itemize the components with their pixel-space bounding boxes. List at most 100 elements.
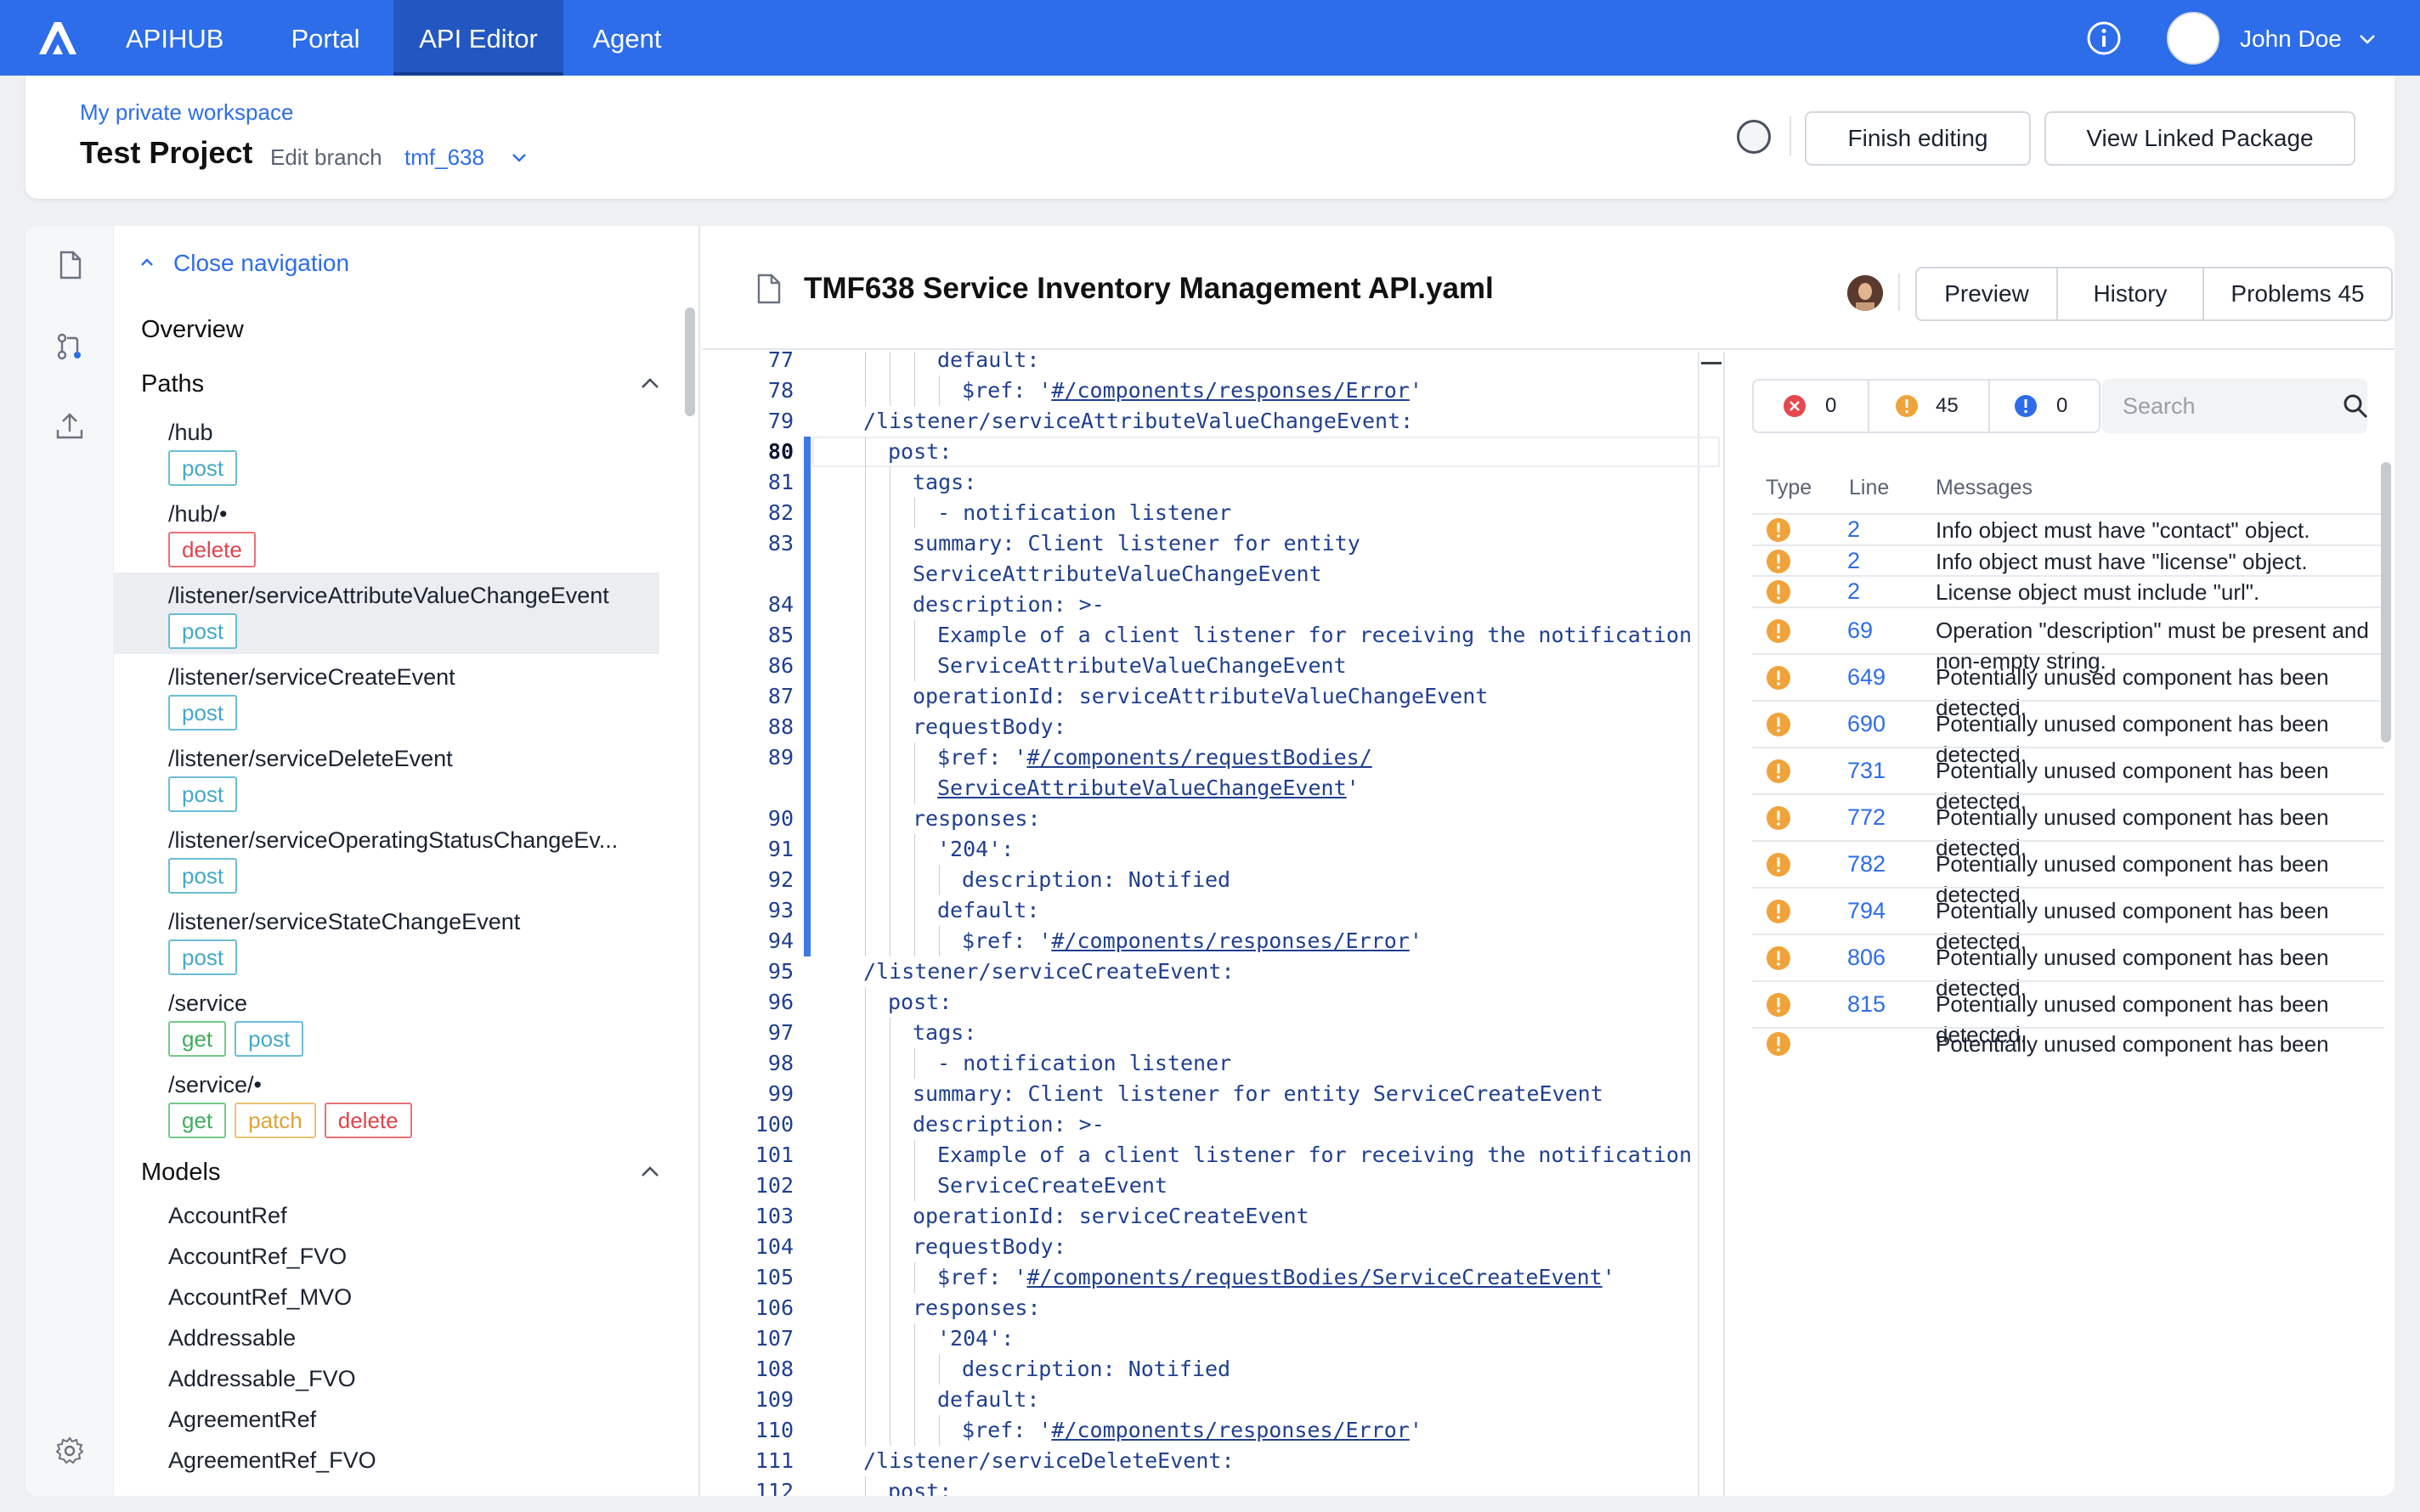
workspace-breadcrumb[interactable]: My private workspace [80, 99, 293, 126]
code-line[interactable]: ServiceAttributeValueChangeEvent [702, 559, 1722, 590]
code-line[interactable]: 77 default: [702, 352, 1722, 375]
method-tag-post[interactable]: post [168, 939, 238, 975]
nav-agent[interactable]: Agent [576, 0, 678, 76]
upload-icon[interactable] [54, 411, 85, 442]
nav-portal[interactable]: Portal [270, 0, 381, 76]
code-line[interactable]: 97 tags: [702, 1018, 1722, 1048]
model-item[interactable]: Addressable_FVO [168, 1366, 356, 1392]
code-line[interactable]: 102 ServiceCreateEvent [702, 1171, 1722, 1201]
problem-row[interactable]: 2 License object must include "url". [1752, 575, 2384, 606]
code-editor[interactable]: 77 default: 78 $ref: '#/components/response… [702, 352, 1722, 1496]
method-tag-post[interactable]: post [168, 695, 238, 731]
code-line[interactable]: 111/listener/serviceDeleteEvent: [702, 1446, 1722, 1476]
preview-button[interactable]: Preview [1915, 267, 2058, 321]
search-icon[interactable] [2342, 392, 2369, 420]
problem-line-link[interactable]: 2 [1847, 516, 1860, 543]
model-item[interactable]: AgreementRef [168, 1407, 316, 1433]
finish-editing-button[interactable]: Finish editing [1805, 111, 2031, 166]
code-reference-link[interactable]: #/components/responses/Error [1051, 378, 1409, 403]
method-tag-get[interactable]: get [168, 1021, 227, 1057]
path-item[interactable]: /hub post [114, 409, 659, 491]
problem-line-link[interactable]: 2 [1847, 548, 1860, 574]
code-reference-link[interactable]: #/components/requestBodies/ [1026, 745, 1371, 770]
code-reference-link[interactable]: #/components/requestBodies/ServiceCreate… [1026, 1265, 1602, 1289]
model-item[interactable]: Addressable [168, 1325, 296, 1351]
chevron-down-icon[interactable] [510, 149, 529, 167]
problem-row[interactable]: 815 Potentially unused component has been… [1752, 979, 2384, 1047]
problem-row[interactable]: 794 Potentially unused component has been… [1752, 886, 2384, 954]
problem-row[interactable]: 806 Potentially unused component has been… [1752, 933, 2384, 1001]
path-item[interactable]: /listener/serviceCreateEvent post [114, 654, 659, 736]
chevron-down-icon[interactable] [2357, 29, 2378, 49]
problem-row[interactable]: 2 Info object must have "contact" object. [1752, 513, 2384, 544]
git-compare-icon[interactable] [54, 331, 85, 362]
problem-line-link[interactable]: 794 [1847, 898, 1886, 924]
problem-line-link[interactable]: 690 [1847, 711, 1886, 737]
code-line[interactable]: 104 requestBody: [702, 1232, 1722, 1262]
code-line[interactable]: 107 '204': [702, 1323, 1722, 1354]
status-indicator[interactable] [1737, 120, 1771, 154]
overview-link[interactable]: Overview [141, 316, 244, 344]
problem-line-link[interactable]: 649 [1847, 664, 1886, 691]
history-button[interactable]: History [2056, 267, 2204, 321]
close-navigation-button[interactable]: Close navigation [139, 250, 349, 277]
code-line[interactable]: 98 - notification listener [702, 1048, 1722, 1079]
apihub-logo-icon[interactable] [36, 20, 80, 56]
chevron-up-icon[interactable] [639, 1161, 661, 1183]
info-count[interactable]: 0 [2056, 381, 2067, 432]
problems-search-input[interactable] [2102, 379, 2367, 433]
code-line[interactable]: ServiceAttributeValueChangeEvent' [702, 773, 1722, 804]
path-item[interactable]: /listener/serviceDeleteEvent post [114, 736, 659, 817]
model-item[interactable]: AccountRef_MVO [168, 1284, 352, 1311]
column-header-line[interactable]: Line [1849, 476, 1889, 500]
method-tag-patch[interactable]: patch [235, 1103, 316, 1138]
branch-selector[interactable]: tmf_638 [404, 144, 484, 171]
column-header-type[interactable]: Type [1766, 476, 1812, 500]
path-item[interactable]: /listener/serviceOperatingStatusChangeEv… [114, 817, 659, 899]
problem-row[interactable]: 782 Potentially unused component has been… [1752, 839, 2384, 907]
problem-row[interactable]: Potentially unused component has been [1752, 1026, 2384, 1058]
model-item[interactable]: AgreementRef_FVO [168, 1447, 376, 1474]
code-line[interactable]: 85 Example of a client listener for recei… [702, 620, 1722, 651]
method-tag-post[interactable]: post [168, 776, 238, 812]
code-line[interactable]: 95/listener/serviceCreateEvent: [702, 956, 1722, 987]
problem-line-link[interactable]: 815 [1847, 991, 1886, 1018]
code-reference-link[interactable]: #/components/responses/Error [1051, 1418, 1409, 1442]
path-item[interactable]: /listener/serviceStateChangeEvent post [114, 899, 659, 980]
code-line[interactable]: 83 summary: Client listener for entity [702, 528, 1722, 559]
code-line[interactable]: 78 $ref: '#/components/responses/Error' [702, 375, 1722, 406]
code-line[interactable]: 96 post: [702, 987, 1722, 1018]
code-line[interactable]: 81 tags: [702, 467, 1722, 498]
code-line[interactable]: 101 Example of a client listener for rece… [702, 1140, 1722, 1171]
collaborator-avatar[interactable] [1847, 275, 1883, 311]
info-icon[interactable] [2086, 20, 2122, 56]
problem-row[interactable]: 2 Info object must have "license" object. [1752, 544, 2384, 576]
problem-line-link[interactable]: 806 [1847, 945, 1886, 971]
problem-line-link[interactable]: 69 [1847, 618, 1873, 644]
column-header-messages[interactable]: Messages [1936, 476, 2033, 500]
code-reference-link[interactable]: ServiceAttributeValueChangeEvent [937, 776, 1347, 800]
method-tag-post[interactable]: post [168, 613, 238, 649]
code-line[interactable]: 110 $ref: '#/components/responses/Error' [702, 1415, 1722, 1446]
code-line[interactable]: 84 description: >- [702, 590, 1722, 620]
code-line[interactable]: 94 $ref: '#/components/responses/Error' [702, 926, 1722, 956]
problem-line-link[interactable]: 782 [1847, 851, 1886, 877]
code-line[interactable]: 89 $ref: '#/components/requestBodies/ [702, 742, 1722, 773]
settings-gear-icon[interactable] [54, 1436, 85, 1466]
warning-count[interactable]: 45 [1936, 381, 1959, 432]
method-tag-post[interactable]: post [235, 1021, 304, 1057]
problems-button[interactable]: Problems 45 [2202, 267, 2393, 321]
code-line[interactable]: 87 operationId: serviceAttributeValueChan… [702, 681, 1722, 712]
code-line[interactable]: 92 description: Notified [702, 865, 1722, 895]
problem-line-link[interactable]: 731 [1847, 758, 1886, 784]
error-count[interactable]: 0 [1825, 381, 1836, 432]
brand-name[interactable]: APIHUB [126, 0, 223, 76]
code-line[interactable]: 82 - notification listener [702, 498, 1722, 528]
code-line[interactable]: 88 requestBody: [702, 712, 1722, 742]
chevron-up-icon[interactable] [639, 373, 661, 395]
document-icon[interactable] [54, 250, 85, 280]
problem-line-link[interactable]: 772 [1847, 804, 1886, 831]
path-item[interactable]: /listener/serviceAttributeValueChangeEve… [114, 573, 659, 654]
code-line[interactable]: 93 default: [702, 895, 1722, 926]
method-tag-delete[interactable]: delete [324, 1103, 412, 1138]
